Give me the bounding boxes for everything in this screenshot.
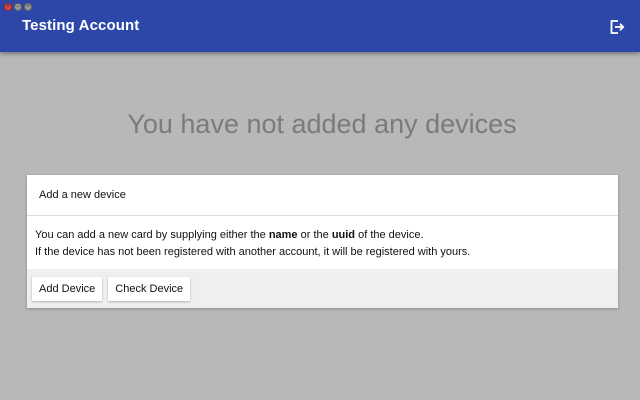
- description-line-1: You can add a new card by supplying eith…: [35, 227, 610, 244]
- window-controls: × – +: [4, 3, 32, 11]
- maximize-icon: +: [26, 4, 30, 10]
- empty-state-message: You have not added any devices: [127, 109, 517, 139]
- name-term: name: [268, 229, 298, 241]
- app-window: × – + Testing Account You have not added…: [0, 0, 640, 400]
- app-bar: Testing Account: [0, 0, 640, 52]
- add-device-button[interactable]: Add Device: [32, 276, 103, 301]
- description-text: or the: [297, 229, 332, 241]
- window-maximize-button[interactable]: +: [24, 3, 32, 11]
- card-actions: Add Device Check Device: [27, 269, 618, 308]
- card-title: Add a new device: [27, 175, 618, 216]
- description-text: You can add a new card by supplying eith…: [35, 229, 269, 241]
- close-icon: ×: [6, 4, 10, 10]
- logout-button[interactable]: [608, 18, 626, 36]
- window-minimize-button[interactable]: –: [14, 3, 22, 11]
- uuid-term: uuid: [331, 229, 356, 241]
- window-close-button[interactable]: ×: [4, 3, 12, 11]
- main-content: You have not added any devices Add a new…: [0, 52, 640, 400]
- minimize-icon: –: [16, 4, 20, 10]
- add-device-card: Add a new device You can add a new card …: [27, 175, 618, 308]
- card-description: You can add a new card by supplying eith…: [27, 216, 618, 269]
- check-device-button[interactable]: Check Device: [108, 276, 191, 301]
- app-title: Testing Account: [22, 17, 140, 34]
- logout-icon: [610, 20, 625, 34]
- description-line-2: If the device has not been registered wi…: [35, 246, 471, 258]
- description-text: of the device.: [355, 229, 424, 241]
